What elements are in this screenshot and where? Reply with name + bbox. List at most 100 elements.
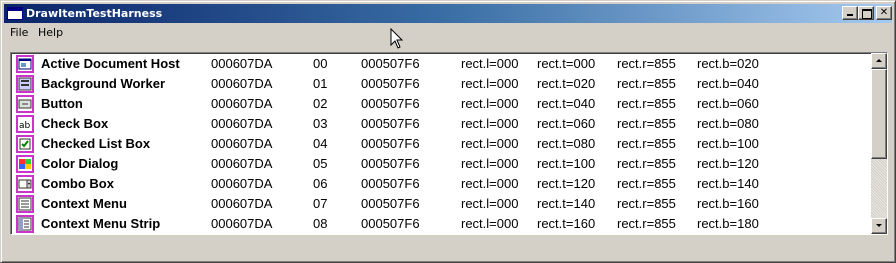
item-hdc: 000507F6: [361, 216, 420, 231]
item-rect-top: rect.t=160: [537, 216, 596, 231]
item-handle: 000607DA: [211, 56, 273, 71]
title-bar[interactable]: DrawItemTestHarness ✕: [4, 4, 892, 23]
item-rect-bottom: rect.b=180: [697, 216, 759, 231]
item-index: 00: [313, 56, 328, 71]
mouse-pointer-icon: [390, 28, 404, 49]
list-item[interactable]: Context Menu 000607DA 07 000507F6 rect.l=000…: [13, 194, 871, 214]
combo-box-icon: [16, 175, 34, 193]
item-name: Context Menu: [41, 196, 127, 211]
item-rect-right: rect.r=855: [617, 216, 676, 231]
list-item[interactable]: Context Menu Strip 000607DA 08 000507F6 rect…: [13, 214, 871, 234]
list-item[interactable]: Checked List Box 000607DA 04 000507F6 rect.l…: [13, 134, 871, 154]
item-handle: 000607DA: [211, 176, 273, 191]
item-handle: 000607DA: [211, 76, 273, 91]
item-handle: 000607DA: [211, 216, 273, 231]
item-rect-top: rect.t=060: [537, 116, 596, 131]
item-hdc: 000507F6: [361, 96, 420, 111]
item-index: 08: [313, 216, 328, 231]
item-rect-left: rect.l=000: [461, 116, 519, 131]
item-handle: 000607DA: [211, 136, 273, 151]
item-name: Check Box: [41, 116, 109, 131]
list-item[interactable]: Background Worker 000607DA 01 000507F6 rect.…: [13, 74, 871, 94]
item-name: Background Worker: [41, 76, 166, 91]
item-hdc: 000507F6: [361, 116, 420, 131]
item-name: Combo Box: [41, 176, 114, 191]
item-hdc: 000507F6: [361, 196, 420, 211]
item-name: Color Dialog: [41, 156, 119, 171]
item-hdc: 000507F6: [361, 56, 420, 71]
item-rect-left: rect.l=000: [461, 136, 519, 151]
item-rect-right: rect.r=855: [617, 56, 676, 71]
item-rect-bottom: rect.b=040: [697, 76, 759, 91]
scroll-thumb[interactable]: [871, 69, 887, 159]
item-rect-right: rect.r=855: [617, 156, 676, 171]
item-rect-top: rect.t=040: [537, 96, 596, 111]
item-rect-top: rect.t=120: [537, 176, 596, 191]
menu-help[interactable]: Help: [38, 26, 63, 40]
item-hdc: 000507F6: [361, 176, 420, 191]
item-rect-right: rect.r=855: [617, 176, 676, 191]
list-rows: Active Document Host 000607DA 00 000507F6 re…: [13, 54, 871, 234]
item-rect-left: rect.l=000: [461, 76, 519, 91]
context-menu-icon: [16, 195, 34, 213]
item-rect-bottom: rect.b=080: [697, 116, 759, 131]
item-hdc: 000507F6: [361, 76, 420, 91]
item-index: 06: [313, 176, 328, 191]
item-rect-right: rect.r=855: [617, 116, 676, 131]
item-rect-right: rect.r=855: [617, 96, 676, 111]
item-index: 03: [313, 116, 328, 131]
maximize-button[interactable]: [858, 6, 874, 20]
item-handle: 000607DA: [211, 116, 273, 131]
item-index: 04: [313, 136, 328, 151]
item-rect-left: rect.l=000: [461, 176, 519, 191]
app-icon: [7, 7, 23, 20]
item-handle: 000607DA: [211, 156, 273, 171]
item-rect-left: rect.l=000: [461, 156, 519, 171]
item-rect-top: rect.t=140: [537, 196, 596, 211]
window-title: DrawItemTestHarness: [26, 7, 163, 20]
item-name: Checked List Box: [41, 136, 151, 151]
svg-text:ab: ab: [19, 121, 31, 131]
minimize-button[interactable]: [842, 6, 858, 20]
item-rect-right: rect.r=855: [617, 76, 676, 91]
item-handle: 000607DA: [211, 96, 273, 111]
menu-file[interactable]: File: [10, 26, 28, 40]
item-rect-right: rect.r=855: [617, 196, 676, 211]
vertical-scrollbar[interactable]: [871, 53, 887, 234]
item-hdc: 000507F6: [361, 156, 420, 171]
item-rect-bottom: rect.b=060: [697, 96, 759, 111]
item-index: 02: [313, 96, 328, 111]
list-item[interactable]: ab Check Box 000607DA 03 000507F6 rect.l=000 r…: [13, 114, 871, 134]
owner-draw-list-box[interactable]: Active Document Host 000607DA 00 000507F6 re…: [10, 52, 888, 235]
item-index: 01: [313, 76, 328, 91]
item-name: Active Document Host: [41, 56, 180, 71]
button-icon: [16, 95, 34, 113]
item-index: 05: [313, 156, 328, 171]
item-hdc: 000507F6: [361, 136, 420, 151]
item-rect-bottom: rect.b=020: [697, 56, 759, 71]
menu-bar: File Help: [4, 24, 892, 42]
item-handle: 000607DA: [211, 196, 273, 211]
item-rect-left: rect.l=000: [461, 56, 519, 71]
list-item[interactable]: Color Dialog 000607DA 05 000507F6 rect.l=000…: [13, 154, 871, 174]
document-host-icon: [16, 55, 34, 73]
scroll-down-button[interactable]: [871, 218, 887, 234]
item-rect-top: rect.t=080: [537, 136, 596, 151]
item-name: Context Menu Strip: [41, 216, 161, 231]
item-rect-top: rect.t=000: [537, 56, 596, 71]
list-item[interactable]: Active Document Host 000607DA 00 000507F6 re…: [13, 54, 871, 74]
checkbox-icon: ab: [16, 115, 34, 133]
list-item[interactable]: Combo Box 000607DA 06 000507F6 rect.l=000 rec…: [13, 174, 871, 194]
close-button[interactable]: ✕: [876, 6, 892, 20]
list-item[interactable]: Button 000607DA 02 000507F6 rect.l=000 rect.t…: [13, 94, 871, 114]
item-rect-left: rect.l=000: [461, 216, 519, 231]
item-rect-bottom: rect.b=120: [697, 156, 759, 171]
color-dialog-icon: [16, 155, 34, 173]
item-rect-bottom: rect.b=160: [697, 196, 759, 211]
app-window: DrawItemTestHarness ✕ File Help Active D…: [0, 0, 896, 263]
scroll-up-button[interactable]: [871, 53, 887, 69]
item-rect-bottom: rect.b=100: [697, 136, 759, 151]
item-rect-right: rect.r=855: [617, 136, 676, 151]
item-rect-bottom: rect.b=140: [697, 176, 759, 191]
item-rect-left: rect.l=000: [461, 96, 519, 111]
